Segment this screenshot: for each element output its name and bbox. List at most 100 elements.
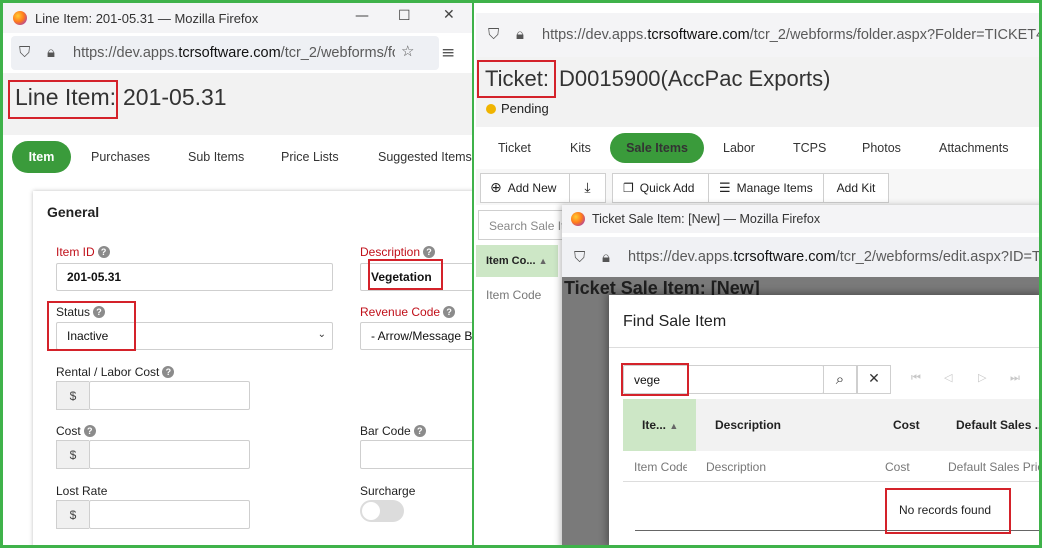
bar-code-label: Bar Code? xyxy=(360,424,426,438)
tab-photos[interactable]: Photos xyxy=(862,141,901,155)
dialog-title: Find Sale Item xyxy=(623,313,727,330)
shield-icon: ⛉ xyxy=(488,25,500,43)
first-page-icon[interactable]: ⏮ xyxy=(911,371,921,385)
tab-attachments[interactable]: Attachments xyxy=(939,141,1008,155)
download-icon: ⤓ xyxy=(584,180,591,196)
highlight-box-search xyxy=(621,363,689,396)
filter-cost[interactable]: Cost xyxy=(885,460,910,474)
maximize-icon[interactable]: ☐ xyxy=(398,8,411,24)
filter-item-code[interactable]: Item Code xyxy=(634,460,687,474)
grid-filter-item-code: Item Code xyxy=(486,288,542,302)
highlight-box-status xyxy=(47,301,136,351)
tab-price-lists[interactable]: Price Lists xyxy=(281,150,339,164)
status-dot-icon xyxy=(486,104,496,114)
firefox-logo-icon xyxy=(571,212,585,226)
tab-purchases[interactable]: Purchases xyxy=(91,150,150,164)
help-icon[interactable]: ? xyxy=(423,246,436,258)
bookmark-star-icon[interactable]: ☆ xyxy=(401,42,414,60)
copy-icon: ❐ xyxy=(623,181,634,195)
column-cost[interactable]: Cost xyxy=(893,418,920,432)
bar-code-field[interactable] xyxy=(360,440,472,469)
screenshot-frame: Line Item: 201-05.31 — Mozilla Firefox —… xyxy=(0,0,1042,548)
currency-addon: $ xyxy=(56,500,89,529)
divider xyxy=(623,481,1039,482)
tab-tcps[interactable]: TCPS xyxy=(793,141,826,155)
help-icon[interactable]: ? xyxy=(413,425,426,437)
tab-labor[interactable]: Labor xyxy=(723,141,755,155)
highlight-box-no-records xyxy=(885,488,1011,534)
address-bar[interactable]: ⛉ 🔒︎ https://dev.apps.tcrsoftware.com/tc… xyxy=(11,36,439,70)
currency-addon: $ xyxy=(56,440,89,469)
close-icon: ✕ xyxy=(868,371,880,387)
filter-default-sales-price[interactable]: Default Sales Price xyxy=(948,460,1039,474)
rental-labor-cost-field[interactable] xyxy=(89,381,250,410)
filter-description[interactable]: Description xyxy=(706,460,766,474)
search-sale-items-input[interactable]: Search Sale It xyxy=(478,210,568,240)
tab-ticket[interactable]: Ticket xyxy=(498,141,531,155)
search-button[interactable]: ⌕ xyxy=(823,365,857,394)
column-default-sales[interactable]: Default Sales ... xyxy=(956,418,1039,432)
chevron-down-icon: ⌄ xyxy=(317,329,326,340)
currency-addon: $ xyxy=(56,381,89,410)
shield-icon: ⛉ xyxy=(574,248,586,266)
search-icon: ⌕ xyxy=(835,370,845,388)
minimize-icon[interactable]: — xyxy=(355,8,369,24)
window-title: Line Item: 201-05.31 — Mozilla Firefox xyxy=(35,11,259,26)
help-icon[interactable]: ? xyxy=(443,306,456,318)
quick-add-button[interactable]: ❐ Quick Add xyxy=(612,173,709,203)
cost-field[interactable] xyxy=(89,440,250,469)
manage-items-button[interactable]: ☰ Manage Items xyxy=(708,173,824,203)
lost-rate-field[interactable] xyxy=(89,500,250,529)
url-text[interactable]: https://dev.apps.tcrsoftware.com/tcr_2/w… xyxy=(73,45,395,61)
description-label: Description? xyxy=(360,245,436,259)
tab-suggested-items[interactable]: Suggested Items xyxy=(378,150,472,164)
page-title-value: 201-05.31 xyxy=(123,84,227,110)
close-icon[interactable]: ✕ xyxy=(443,7,455,23)
grid-column-item-code[interactable]: Item Co... ▲ xyxy=(476,245,558,277)
lock-icon: 🔒︎ xyxy=(602,248,610,266)
tab-kits[interactable]: Kits xyxy=(570,141,591,155)
surcharge-label: Surcharge xyxy=(360,484,416,498)
help-icon[interactable]: ? xyxy=(162,366,175,378)
window-title: Ticket Sale Item: [New] — Mozilla Firefo… xyxy=(592,212,821,226)
download-button[interactable]: ⤓ xyxy=(569,173,606,203)
cost-label: Cost? xyxy=(56,424,96,438)
tab-sale-items[interactable]: Sale Items xyxy=(610,133,704,163)
window-titlebar: Line Item: 201-05.31 — Mozilla Firefox —… xyxy=(3,3,472,33)
tab-item[interactable]: Item xyxy=(12,141,71,173)
menu-icon[interactable]: ≡ xyxy=(441,43,455,63)
section-title: General xyxy=(47,204,100,220)
url-text[interactable]: https://dev.apps.tcrsoftware.com/tcr_2/w… xyxy=(628,249,1039,265)
shield-icon: ⛉ xyxy=(19,43,31,61)
previous-page-icon[interactable]: ◁ xyxy=(944,371,952,384)
tab-sub-items[interactable]: Sub Items xyxy=(188,150,244,164)
divider xyxy=(609,347,1039,348)
item-id-field[interactable]: 201-05.31 xyxy=(56,263,333,291)
status-text: Pending xyxy=(501,101,549,116)
column-item[interactable]: Ite... ▲ xyxy=(623,399,696,451)
help-icon[interactable]: ? xyxy=(97,246,110,258)
lock-icon: 🔒︎ xyxy=(47,43,55,61)
last-page-icon[interactable]: ⏭ xyxy=(1010,371,1020,385)
add-kit-button[interactable]: Add Kit xyxy=(823,173,889,203)
revenue-code-label: Revenue Code? xyxy=(360,305,456,319)
rental-labor-cost-label: Rental / Labor Cost? xyxy=(56,365,175,379)
url-text[interactable]: https://dev.apps.tcrsoftware.com/tcr_2/w… xyxy=(542,27,1039,43)
list-edit-icon: ☰ xyxy=(719,180,731,196)
lock-icon: 🔒︎ xyxy=(516,25,524,43)
plus-circle-icon: ⊕ xyxy=(490,180,502,196)
revenue-code-select[interactable]: - Arrow/Message Bo xyxy=(360,322,472,350)
column-description[interactable]: Description xyxy=(715,418,781,432)
firefox-logo-icon xyxy=(13,11,27,25)
highlight-box-description xyxy=(368,259,443,290)
ticket-title-value: D0015900(AccPac Exports) xyxy=(559,66,831,91)
general-card: General Item ID? 201-05.31 Description? … xyxy=(33,191,472,545)
sort-asc-icon: ▲ xyxy=(538,256,548,266)
add-new-button[interactable]: ⊕ Add New xyxy=(480,173,570,203)
next-page-icon[interactable]: ▷ xyxy=(978,371,986,384)
help-icon[interactable]: ? xyxy=(83,425,96,437)
surcharge-toggle[interactable] xyxy=(360,500,404,522)
sort-asc-icon: ▲ xyxy=(669,421,679,431)
line-item-window: Line Item: 201-05.31 — Mozilla Firefox —… xyxy=(3,3,474,545)
clear-search-button[interactable]: ✕ xyxy=(857,365,891,394)
